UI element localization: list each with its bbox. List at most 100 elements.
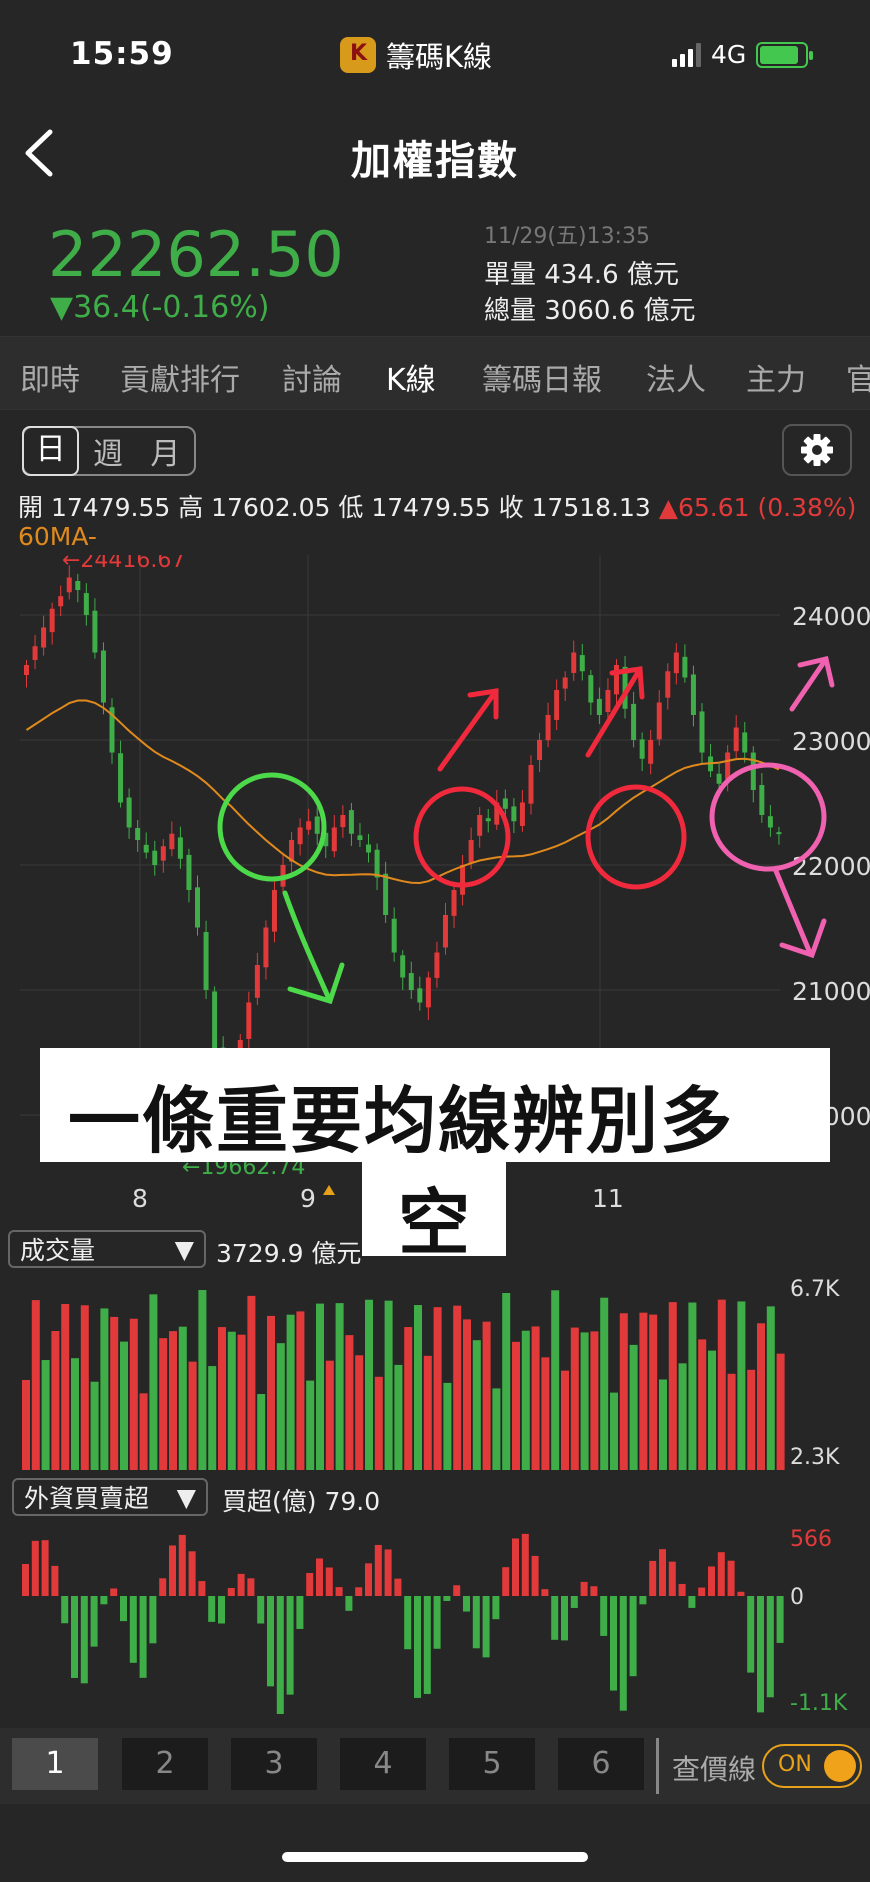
foreign-bar — [629, 1596, 637, 1677]
candle-body — [528, 765, 534, 804]
volume-bar — [629, 1344, 638, 1470]
foreign-chart: 566 0 -1.1K — [22, 1527, 848, 1714]
candle-body — [195, 887, 201, 928]
volume-bar — [345, 1335, 354, 1470]
tab-chip-daily[interactable]: 籌碼日報 — [482, 355, 602, 399]
layout-tab-2[interactable]: 2 — [122, 1738, 208, 1790]
settings-button[interactable] — [782, 424, 852, 476]
candle-body — [545, 715, 551, 741]
volume-bar — [668, 1302, 677, 1470]
foreign-bar — [129, 1596, 137, 1663]
volume-bar — [22, 1380, 30, 1470]
volume-bar — [394, 1364, 403, 1470]
foreign-bar — [737, 1591, 745, 1596]
volume-bar — [492, 1388, 501, 1470]
volume-bar — [198, 1290, 207, 1470]
volume-bar — [237, 1334, 246, 1470]
volume-bar — [218, 1327, 226, 1470]
volume-bar — [178, 1326, 187, 1470]
candle-body — [314, 816, 320, 834]
volume-bar — [149, 1294, 158, 1470]
layout-tab-6[interactable]: 6 — [558, 1738, 644, 1790]
tab-discussion[interactable]: 討論 — [282, 355, 342, 399]
battery-icon — [756, 41, 814, 68]
ohlc-close: 收 17518.13 — [498, 493, 651, 522]
layout-tab-3[interactable]: 3 — [231, 1738, 317, 1790]
foreign-bar — [678, 1583, 686, 1596]
foreign-bar — [335, 1587, 343, 1596]
period-month[interactable]: 月 — [137, 429, 194, 473]
volume-bar — [610, 1392, 618, 1470]
foreign-bar — [561, 1596, 568, 1641]
volume-bar — [31, 1300, 40, 1470]
foreign-bar — [443, 1596, 451, 1601]
pink-annotation — [709, 656, 835, 959]
candle-body — [750, 752, 756, 790]
volume-bar — [727, 1373, 736, 1470]
foreign-bar — [208, 1596, 216, 1622]
caption-line1: 一條重要均線辨別多 — [68, 1079, 735, 1163]
foreign-selector[interactable]: 外資買賣超 ▼ — [12, 1478, 208, 1516]
layout-tab-5[interactable]: 5 — [449, 1738, 535, 1790]
volume-bar — [325, 1360, 334, 1470]
tab-contribution[interactable]: 貢獻排行 — [120, 355, 240, 399]
volume-bar — [472, 1340, 481, 1470]
volume-value: 3729.9 億元 — [216, 1239, 362, 1268]
foreign-bar — [766, 1596, 774, 1698]
layout-tab-4[interactable]: 4 — [340, 1738, 426, 1790]
candle-body — [537, 740, 543, 761]
tab-main-force[interactable]: 主力 — [746, 355, 806, 399]
x-tick-label: 8 — [132, 1184, 148, 1213]
foreign-bar — [198, 1581, 206, 1596]
volume-bar — [286, 1314, 295, 1470]
foreign-bar — [776, 1596, 784, 1643]
volume-selector[interactable]: 成交量 ▼ — [8, 1230, 206, 1268]
single-volume: 單量 434.6 億元 — [484, 260, 679, 290]
layout-tab-1[interactable]: 1 — [12, 1738, 98, 1790]
x-tick-label: 11 — [592, 1184, 624, 1213]
volume-bar — [257, 1394, 266, 1470]
foreign-bar — [218, 1596, 225, 1624]
home-indicator[interactable] — [282, 1852, 588, 1862]
volume-bar — [306, 1380, 315, 1470]
foreign-bar — [31, 1540, 39, 1596]
foreign-bar — [453, 1585, 461, 1596]
candle-body — [639, 739, 645, 759]
candle-body — [451, 890, 457, 916]
volume-bar — [551, 1290, 560, 1470]
foreign-bar — [286, 1596, 294, 1695]
candle-body — [366, 844, 372, 853]
candle-body — [588, 675, 594, 703]
foreign-bar — [110, 1588, 118, 1596]
foreign-bar — [188, 1551, 196, 1596]
foreign-bar — [698, 1587, 706, 1596]
candle-body — [417, 988, 423, 1003]
volume-bar — [100, 1308, 109, 1470]
volume-axis-max: 6.7K — [790, 1277, 840, 1302]
candle-body — [212, 991, 218, 1053]
candle-body — [24, 665, 29, 675]
period-week[interactable]: 週 — [79, 429, 136, 473]
candle-body — [442, 915, 448, 948]
tab-kline[interactable]: K線 — [386, 355, 436, 399]
foreign-bar — [365, 1563, 372, 1596]
foreign-bar — [521, 1533, 529, 1596]
tab-more[interactable]: 官 — [846, 355, 870, 399]
foreign-bar — [610, 1596, 617, 1691]
candle-body — [699, 711, 705, 753]
candle-body — [340, 815, 346, 828]
candle-body — [391, 918, 397, 953]
period-day[interactable]: 日 — [22, 426, 80, 476]
candle-body — [579, 655, 585, 672]
candle-body — [562, 677, 568, 689]
chevron-down-icon: ▼ — [176, 1482, 196, 1512]
candle-body — [246, 1002, 252, 1039]
ohlc-info: 開 17479.55 高 17602.05 低 17479.55 收 17518… — [18, 488, 856, 524]
volume-bar — [531, 1326, 540, 1470]
volume-bar — [757, 1323, 765, 1470]
tab-institutional[interactable]: 法人 — [646, 355, 706, 399]
tab-realtime[interactable]: 即時 — [20, 355, 80, 399]
foreign-bar — [237, 1573, 245, 1596]
volume-bar — [316, 1303, 324, 1470]
candle-body — [502, 798, 508, 809]
